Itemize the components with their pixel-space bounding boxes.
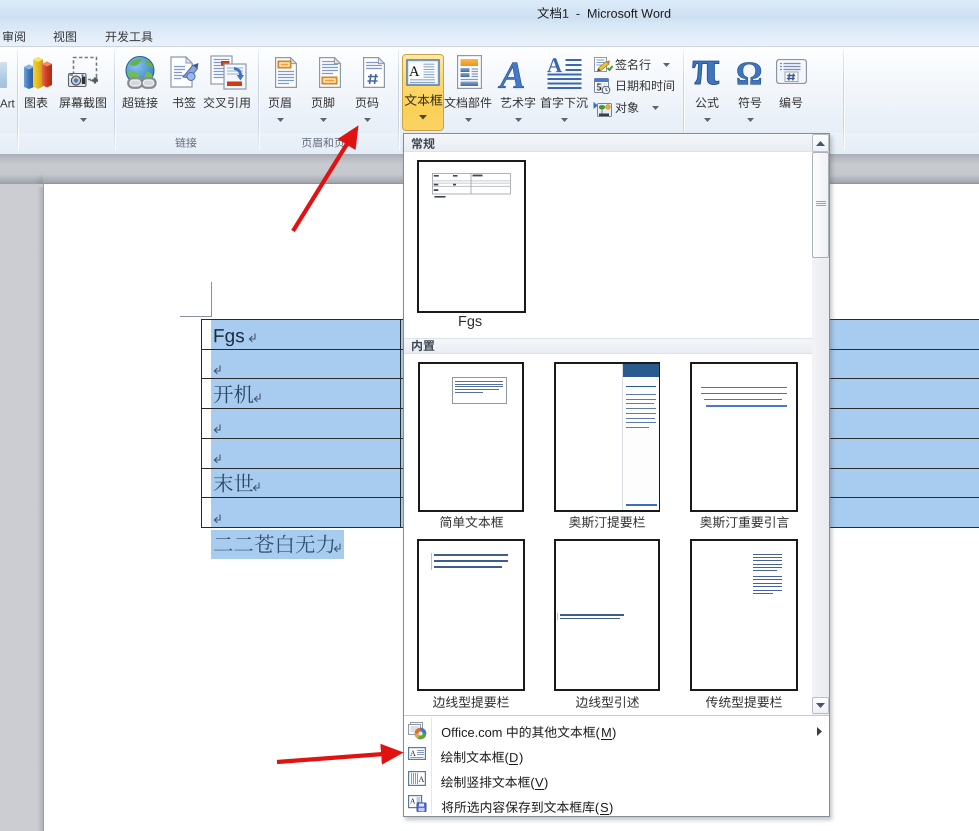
svg-text:5: 5: [597, 83, 602, 94]
svg-text:A: A: [419, 775, 425, 784]
svg-text:A: A: [410, 749, 416, 758]
svg-text:A: A: [410, 797, 416, 806]
